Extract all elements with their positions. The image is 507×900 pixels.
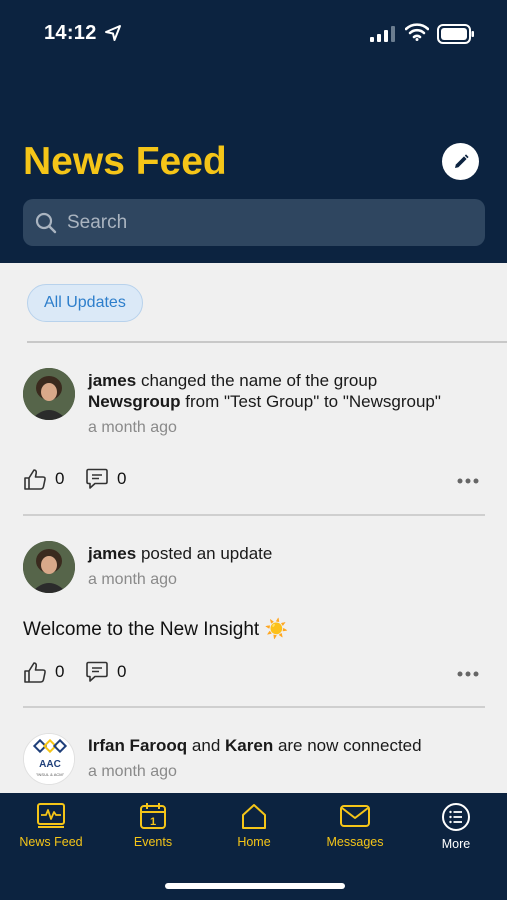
calendar-icon: 1 [140,803,166,829]
activity-text: Irfan Farooq and Karen are now connected… [88,735,498,782]
tab-messages[interactable]: Messages [310,802,400,854]
comment-icon [86,661,108,682]
more-options-icon[interactable] [457,478,479,484]
user-name-2[interactable]: Karen [225,736,273,755]
comment-count: 0 [117,469,127,488]
menu-list-icon [442,803,470,831]
status-time: 14:12 [44,22,97,44]
like-count: 0 [55,469,65,488]
logo-subtext: "INSUL & ACM" [36,772,65,777]
activity-icon [37,803,65,828]
tab-label: Events [133,835,173,849]
user-name[interactable]: james [88,544,136,563]
tab-label: News Feed [19,835,83,849]
avatar[interactable] [23,541,75,593]
timestamp: a month ago [88,571,177,588]
more-options-icon[interactable] [457,671,479,677]
user-photo [23,541,75,593]
page-title: News Feed [23,140,227,183]
group-name[interactable]: Newsgroup [88,392,181,411]
home-indicator[interactable] [165,883,345,889]
comment-button[interactable]: 0 [85,468,126,490]
logo-text: AAC [39,759,61,770]
wifi-icon [405,23,429,41]
action-row: 0 0 [23,661,485,685]
tab-label: Messages [326,835,384,849]
timestamp: a month ago [88,419,177,436]
comment-button[interactable]: 0 [85,661,126,683]
header: 14:12 News Feed [0,0,507,263]
search-input[interactable] [67,211,467,234]
battery-icon [437,24,474,44]
search-bar[interactable] [23,199,485,246]
feed-divider [23,514,485,516]
tab-news-feed[interactable]: News Feed [6,802,96,854]
like-count: 0 [55,662,65,681]
activity-text: james changed the name of the group News… [88,370,498,438]
user-name[interactable]: james [88,371,136,390]
avatar[interactable] [23,368,75,420]
comment-count: 0 [117,662,127,681]
aac-logo: AAC "INSUL & ACM" [24,734,74,784]
post-body: Welcome to the New Insight ☀️ [23,619,289,640]
tab-events[interactable]: 1 Events [108,802,198,854]
feed-divider [23,706,485,708]
compose-button[interactable] [442,143,479,180]
thumbs-up-icon [24,662,46,683]
cellular-signal-icon [370,26,395,42]
pencil-icon [454,153,469,168]
filter-divider [27,341,507,343]
user-name[interactable]: Irfan Farooq [88,736,187,755]
activity-text: james posted an update a month ago [88,543,498,590]
thumbs-up-icon [24,469,46,490]
tab-more[interactable]: More [411,802,501,854]
timestamp: a month ago [88,763,177,780]
status-bar: 14:12 [0,0,507,60]
like-button[interactable]: 0 [23,468,64,490]
home-icon [242,804,266,829]
tab-label: Home [237,835,271,849]
feed-content: All Updates james changed the name of th… [0,263,507,793]
bottom-tab-bar: News Feed 1 Events Home Messages More [0,793,507,900]
tab-label: More [441,837,471,851]
like-button[interactable]: 0 [23,661,64,683]
location-arrow-icon [105,25,121,41]
user-photo [23,368,75,420]
comment-icon [86,468,108,489]
filter-all-updates[interactable]: All Updates [27,284,143,322]
tab-home[interactable]: Home [209,802,299,854]
search-icon [35,212,57,233]
avatar[interactable]: AAC "INSUL & ACM" [23,733,75,785]
calendar-day: 1 [150,816,156,828]
envelope-icon [340,805,370,827]
action-row: 0 0 [23,468,485,492]
